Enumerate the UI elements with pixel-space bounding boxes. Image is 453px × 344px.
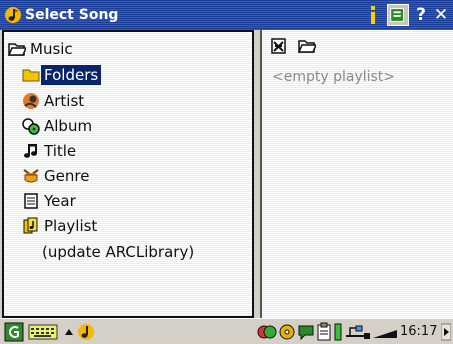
tree-item-label: Title bbox=[44, 142, 77, 160]
tree-item-artist[interactable]: Artist bbox=[22, 89, 84, 113]
song-app-icon[interactable] bbox=[76, 322, 96, 342]
clear-playlist-icon[interactable] bbox=[270, 37, 288, 55]
start-button[interactable] bbox=[4, 322, 24, 342]
playlist-pane: <empty playlist> bbox=[260, 30, 453, 318]
info-icon[interactable] bbox=[365, 4, 381, 26]
tree-item-genre[interactable]: Genre bbox=[22, 164, 89, 188]
chat-icon[interactable] bbox=[297, 322, 315, 342]
folder-icon bbox=[22, 69, 40, 82]
music-tree-pane: Music Folders Artist Album Title Genre Y… bbox=[2, 30, 254, 318]
tree-item-label: Folders bbox=[41, 65, 102, 85]
battery-icon[interactable] bbox=[334, 322, 342, 342]
tree-item-album[interactable]: Album bbox=[22, 114, 92, 138]
empty-playlist-text: <empty playlist> bbox=[272, 69, 396, 85]
help-button[interactable]: ? bbox=[413, 4, 429, 26]
list-view-icon bbox=[390, 8, 404, 22]
keyboard-icon[interactable] bbox=[28, 322, 58, 342]
tree-item-label: Year bbox=[44, 192, 76, 210]
tree-item-label: (update ARCLibrary) bbox=[42, 243, 195, 261]
tree-item-label: Playlist bbox=[44, 217, 98, 235]
app-window: Select Song ? ✕ Music Folders Artist Alb… bbox=[0, 0, 453, 344]
tree-item-label: Album bbox=[44, 117, 93, 135]
clipboard-icon[interactable] bbox=[316, 322, 332, 342]
album-icon bbox=[22, 118, 40, 135]
tree-item-label: Music bbox=[30, 40, 73, 58]
tree-item-title[interactable]: Title bbox=[22, 139, 76, 163]
usb-connection-icon[interactable] bbox=[344, 322, 372, 342]
tree-item-playlist[interactable]: Playlist bbox=[22, 214, 97, 238]
music-note-icon bbox=[24, 144, 37, 158]
volume-icon[interactable] bbox=[372, 322, 398, 342]
tree-item-label: Artist bbox=[44, 92, 85, 110]
tree-item-label: Genre bbox=[44, 167, 90, 185]
tree-item-folders[interactable]: Folders bbox=[22, 63, 102, 87]
open-folder-icon bbox=[8, 43, 26, 56]
song-app-icon bbox=[5, 7, 21, 23]
playlist-toolbar bbox=[270, 37, 316, 55]
view-toggle-button[interactable] bbox=[387, 4, 409, 26]
playlist-icon bbox=[23, 217, 38, 234]
tree-item-music[interactable]: Music bbox=[8, 37, 73, 61]
window-title: Select Song bbox=[25, 7, 119, 23]
open-folder-icon[interactable] bbox=[298, 37, 316, 55]
close-button[interactable]: ✕ bbox=[433, 4, 449, 26]
genre-icon bbox=[23, 169, 39, 183]
artist-icon bbox=[23, 93, 39, 109]
up-arrow-icon[interactable] bbox=[64, 322, 74, 342]
clock: 16:17 bbox=[400, 324, 438, 339]
tree-item-update-library[interactable]: (update ARCLibrary) bbox=[42, 240, 194, 264]
taskbar: 16:17 bbox=[0, 318, 453, 344]
right-arrow-icon[interactable] bbox=[441, 322, 451, 342]
network-icon[interactable] bbox=[257, 322, 277, 342]
tree-item-year[interactable]: Year bbox=[22, 189, 76, 213]
title-bar: Select Song ? ✕ bbox=[0, 0, 453, 30]
calendar-icon bbox=[24, 193, 38, 209]
disc-icon[interactable] bbox=[278, 322, 296, 342]
